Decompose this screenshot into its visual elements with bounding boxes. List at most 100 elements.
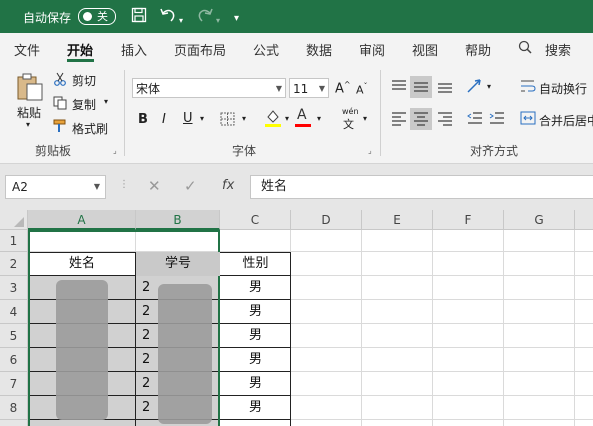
increase-indent-icon[interactable] <box>488 110 506 130</box>
cell-b8[interactable]: 2 <box>142 396 156 420</box>
font-name-select[interactable]: 宋体 ▼ <box>132 78 286 98</box>
row-header-1[interactable]: 1 <box>0 230 28 252</box>
redo-icon <box>196 7 214 27</box>
tab-formulas[interactable]: 公式 <box>253 40 279 59</box>
gridline <box>574 230 575 426</box>
row-header-7[interactable]: 7 <box>0 372 28 396</box>
fill-color-dropdown-icon[interactable]: ▾ <box>285 114 289 123</box>
more-options-icon[interactable]: ⋮ <box>119 179 129 190</box>
border-dropdown-icon[interactable]: ▾ <box>242 114 246 123</box>
align-top-icon[interactable] <box>390 78 408 98</box>
align-left-icon[interactable] <box>390 110 408 130</box>
column-header-c[interactable]: C <box>220 210 291 230</box>
font-color-button[interactable]: A <box>295 107 311 127</box>
cell-b2[interactable]: 学号 <box>136 252 220 276</box>
cell-b7[interactable]: 2 <box>142 372 156 396</box>
cell-c2[interactable]: 性别 <box>220 252 291 276</box>
autosave-toggle[interactable]: 关 <box>78 8 116 25</box>
autosave-state: 关 <box>97 10 108 23</box>
border-icon[interactable] <box>220 112 236 130</box>
column-header-b[interactable]: B <box>136 210 220 230</box>
grow-font-button[interactable]: A^ <box>335 80 351 96</box>
formula-input[interactable]: 姓名 <box>250 175 593 199</box>
orientation-dropdown-icon[interactable]: ▾ <box>487 82 491 91</box>
cell-b3[interactable]: 2 <box>142 276 156 300</box>
customize-qat-icon[interactable]: ▾ <box>234 10 239 28</box>
copy-button[interactable]: 复制 <box>72 96 96 113</box>
chevron-down-icon: ▼ <box>275 84 282 93</box>
phonetic-button[interactable]: wén <box>342 107 359 116</box>
search-label[interactable]: 搜索 <box>545 40 571 59</box>
italic-button[interactable]: I <box>162 112 166 127</box>
row-header-3[interactable]: 3 <box>0 276 28 300</box>
phonetic-dropdown-icon[interactable]: ▾ <box>363 114 367 123</box>
font-color-dropdown-icon[interactable]: ▾ <box>317 114 321 123</box>
wrap-text-button[interactable]: 自动换行 <box>539 80 587 97</box>
save-icon[interactable] <box>131 7 147 27</box>
cell-c7[interactable]: 男 <box>220 372 291 396</box>
redacted-names <box>56 280 108 420</box>
align-center-icon[interactable] <box>410 108 432 130</box>
gridline <box>432 230 433 426</box>
merge-center-button[interactable]: 合并后居中 <box>539 112 593 129</box>
align-right-icon[interactable] <box>436 110 454 130</box>
orientation-icon[interactable] <box>466 78 484 98</box>
tab-review[interactable]: 审阅 <box>359 40 385 59</box>
format-painter-icon[interactable] <box>53 119 68 137</box>
cell-c3[interactable]: 男 <box>220 276 291 300</box>
row-header-4[interactable]: 4 <box>0 300 28 324</box>
undo-dropdown-icon[interactable]: ▾ <box>179 12 183 30</box>
underline-dropdown-icon[interactable]: ▾ <box>200 114 204 123</box>
wrap-text-icon[interactable] <box>520 78 536 98</box>
cell-c6[interactable]: 男 <box>220 348 291 372</box>
row-header-5[interactable]: 5 <box>0 324 28 348</box>
paste-dropdown-icon[interactable]: ▾ <box>26 120 30 129</box>
row-header-6[interactable]: 6 <box>0 348 28 372</box>
tab-file[interactable]: 文件 <box>14 40 40 59</box>
row-header-2[interactable]: 2 <box>0 252 28 276</box>
tab-page-layout[interactable]: 页面布局 <box>174 40 226 59</box>
tab-view[interactable]: 视图 <box>412 40 438 59</box>
copy-icon[interactable] <box>53 96 67 114</box>
clipboard-launcher-icon[interactable]: ⌟ <box>113 146 117 155</box>
align-middle-icon[interactable] <box>410 76 432 98</box>
copy-dropdown-icon[interactable]: ▾ <box>104 97 108 106</box>
cut-icon[interactable] <box>53 72 67 90</box>
cell-b4[interactable]: 2 <box>142 300 156 324</box>
insert-function-button[interactable]: fx <box>222 178 234 193</box>
fill-color-icon[interactable] <box>264 108 282 132</box>
merge-center-icon[interactable] <box>520 110 536 130</box>
paste-button[interactable]: 粘贴 <box>17 104 41 121</box>
column-header-e[interactable]: E <box>362 210 433 230</box>
column-header-g[interactable]: G <box>504 210 575 230</box>
cell-b5[interactable]: 2 <box>142 324 156 348</box>
font-launcher-icon[interactable]: ⌟ <box>368 146 372 155</box>
column-header-f[interactable]: F <box>433 210 504 230</box>
cell-b6[interactable]: 2 <box>142 348 156 372</box>
tab-help[interactable]: 帮助 <box>465 40 491 59</box>
cell-c5[interactable]: 男 <box>220 324 291 348</box>
bold-button[interactable]: B <box>138 112 148 127</box>
tab-insert[interactable]: 插入 <box>121 40 147 59</box>
cell-c8[interactable]: 男 <box>220 396 291 420</box>
tab-data[interactable]: 数据 <box>306 40 332 59</box>
select-all-button[interactable] <box>0 210 28 230</box>
decrease-indent-icon[interactable] <box>466 110 484 130</box>
row-header-8[interactable]: 8 <box>0 396 28 420</box>
underline-button[interactable]: U <box>183 111 193 126</box>
paste-icon[interactable] <box>15 72 45 106</box>
tab-home[interactable]: 开始 <box>67 40 93 59</box>
undo-icon[interactable] <box>159 7 177 27</box>
search-icon[interactable] <box>518 40 532 58</box>
cell-a2[interactable]: 姓名 <box>28 252 136 276</box>
cut-button[interactable]: 剪切 <box>72 72 96 89</box>
column-header-a[interactable]: A <box>28 210 136 230</box>
format-painter-button[interactable]: 格式刷 <box>72 120 108 137</box>
font-size-select[interactable]: 11 ▼ <box>289 78 329 98</box>
column-header-d[interactable]: D <box>291 210 362 230</box>
name-box[interactable]: A2 ▼ <box>5 175 106 199</box>
separator <box>124 70 125 156</box>
cell-c4[interactable]: 男 <box>220 300 291 324</box>
shrink-font-button[interactable]: Aˇ <box>356 82 368 97</box>
align-bottom-icon[interactable] <box>436 78 454 98</box>
